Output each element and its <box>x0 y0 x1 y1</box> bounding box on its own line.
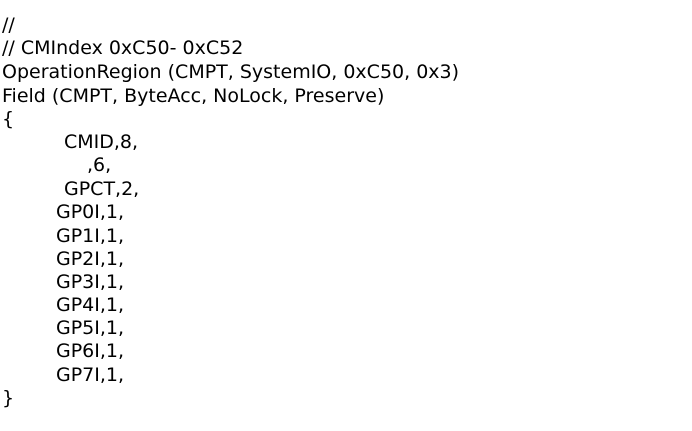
code-line-field: Field (CMPT, ByteAcc, NoLock, Preserve) <box>2 85 385 107</box>
code-line-gp2i: GP2I,1, <box>56 248 125 270</box>
code-line-gp0i: GP0I,1, <box>56 201 125 223</box>
code-line-gp5i: GP5I,1, <box>56 317 125 339</box>
code-line-comment-2: // CMIndex 0xC50- 0xC52 <box>2 37 244 59</box>
code-line-operation-region: OperationRegion (CMPT, SystemIO, 0xC50, … <box>2 61 460 83</box>
code-line-cmid: CMID,8, <box>64 131 139 153</box>
code-line-gp6i: GP6I,1, <box>56 340 125 362</box>
code-line-gp7i: GP7I,1, <box>56 364 125 386</box>
code-line-gpct: GPCT,2, <box>64 178 140 200</box>
code-line-close-brace: } <box>2 387 15 409</box>
code-line-gp1i: GP1I,1, <box>56 225 125 247</box>
code-line-gp4i: GP4I,1, <box>56 294 125 316</box>
code-line-reserved: ,6, <box>87 154 112 176</box>
code-line-gp3i: GP3I,1, <box>56 271 125 293</box>
code-line-comment-1: // <box>2 14 15 36</box>
code-line-open-brace: { <box>2 108 15 130</box>
code-listing: // // CMIndex 0xC50- 0xC52 OperationRegi… <box>0 0 692 431</box>
